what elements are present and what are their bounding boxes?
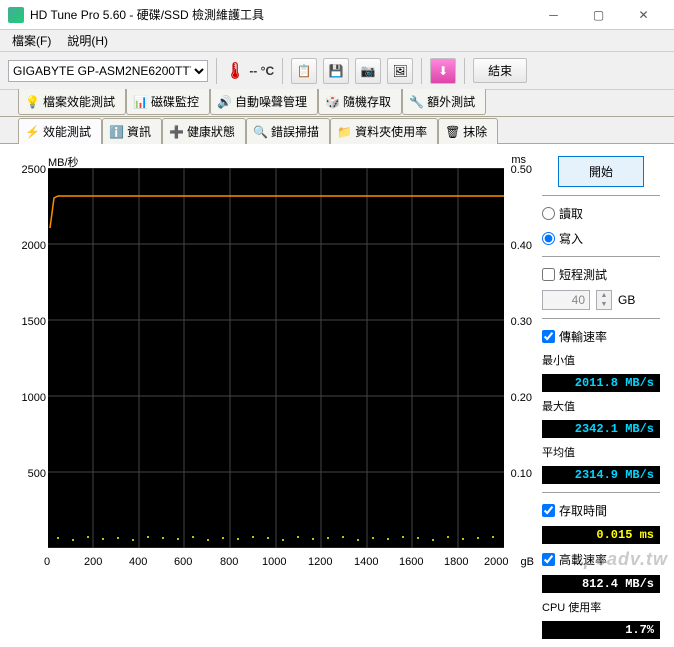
erase-icon: 🗑 (445, 125, 459, 139)
maximize-button[interactable]: ▢ (576, 1, 621, 29)
min-value: 2011.8 MB/s (542, 374, 660, 392)
save-button[interactable]: 💾 (323, 58, 349, 84)
health-icon: ➕ (169, 125, 183, 139)
copy-screenshot-button[interactable]: 🖼 (387, 58, 413, 84)
size-input[interactable] (542, 290, 590, 310)
access-time-checkbox[interactable]: 存取時間 (542, 501, 660, 520)
options-button[interactable]: ⬇ (430, 58, 456, 84)
info-icon: ℹ️ (109, 125, 123, 139)
cpu-value: 1.7% (542, 621, 660, 639)
write-radio[interactable]: 寫入 (542, 229, 660, 248)
drive-select[interactable]: GIGABYTE GP-ASM2NE6200TTTD (200 (8, 60, 208, 82)
exit-button[interactable]: 結束 (473, 58, 527, 83)
avg-value: 2314.9 MB/s (542, 466, 660, 484)
tab-health[interactable]: ➕健康狀態 (162, 118, 246, 144)
app-icon (8, 7, 24, 23)
tab-extra-tests[interactable]: 🔧額外測試 (402, 89, 486, 115)
tools-icon: 🔧 (409, 95, 423, 109)
short-test-checkbox[interactable]: 短程測試 (542, 265, 660, 284)
tab-random-access[interactable]: 🎲隨機存取 (318, 89, 402, 115)
close-button[interactable]: ✕ (621, 1, 666, 29)
read-radio[interactable]: 讀取 (542, 204, 660, 223)
dice-icon: 🎲 (325, 95, 339, 109)
save-icon: 💾 (329, 64, 344, 78)
max-label: 最大值 (542, 398, 660, 414)
menu-help[interactable]: 說明(H) (59, 30, 116, 51)
gauge-icon: ⚡ (25, 125, 39, 139)
cpu-label: CPU 使用率 (542, 599, 660, 615)
access-value: 0.015 ms (542, 526, 660, 544)
separator (216, 58, 217, 84)
tab-folder-usage[interactable]: 📁資料夾使用率 (330, 118, 438, 144)
start-button[interactable]: 開始 (558, 156, 644, 187)
tab-file-benchmark[interactable]: 💡檔案效能測試 (18, 89, 126, 115)
image-icon: 🖼 (392, 64, 407, 78)
tab-benchmark[interactable]: ⚡效能測試 (18, 118, 102, 144)
camera-icon: 📷 (361, 64, 376, 78)
copy-info-button[interactable]: 📋 (291, 58, 317, 84)
search-icon: 🔍 (253, 125, 267, 139)
chart-icon: 📊 (133, 95, 147, 109)
temperature-display: 🌡 -- °C (225, 61, 274, 81)
speaker-icon: 🔊 (217, 95, 231, 109)
minimize-button[interactable]: ─ (531, 1, 576, 29)
tab-erase[interactable]: 🗑抹除 (438, 118, 498, 144)
avg-label: 平均值 (542, 444, 660, 460)
tab-aam[interactable]: 🔊自動噪聲管理 (210, 89, 318, 115)
chart-area: MB/秒 ms 2500 2000 1500 1000 500 0.50 0.4… (14, 152, 534, 572)
down-icon: ⬇ (438, 64, 448, 78)
min-label: 最小值 (542, 352, 660, 368)
transfer-rate-checkbox[interactable]: 傳輸速率 (542, 327, 660, 346)
benchmark-plot (48, 168, 504, 548)
tab-disk-monitor[interactable]: 📊磁碟監控 (126, 89, 210, 115)
file-icon: 💡 (25, 95, 39, 109)
menu-file[interactable]: 檔案(F) (4, 30, 59, 51)
size-spinner[interactable]: ▲▼ (596, 290, 612, 310)
copy-icon: 📋 (297, 64, 312, 78)
burst-value: 812.4 MB/s (542, 575, 660, 593)
folder-icon: 📁 (337, 125, 351, 139)
window-title: HD Tune Pro 5.60 - 硬碟/SSD 檢測維護工具 (30, 6, 531, 23)
max-value: 2342.1 MB/s (542, 420, 660, 438)
screenshot-button[interactable]: 📷 (355, 58, 381, 84)
tab-info[interactable]: ℹ️資訊 (102, 118, 162, 144)
thermometer-icon: 🌡 (225, 61, 245, 81)
tab-error-scan[interactable]: 🔍錯誤掃描 (246, 118, 330, 144)
watermark: pcadv.tw (584, 549, 668, 570)
